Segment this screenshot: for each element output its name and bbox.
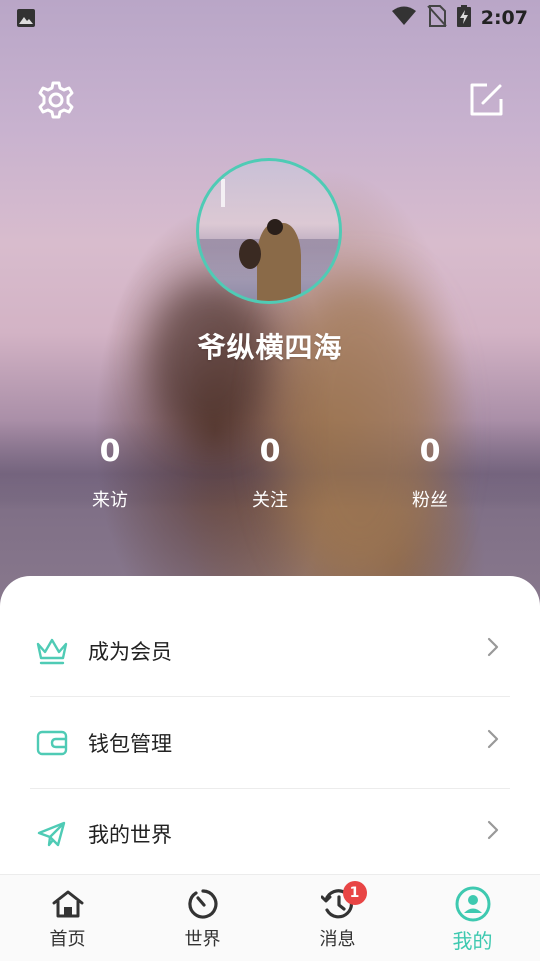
home-icon: [51, 887, 85, 921]
gear-icon: [36, 80, 76, 124]
user-circle-icon: [455, 886, 491, 922]
paper-plane-icon: [30, 812, 74, 856]
nav-item-home[interactable]: 首页: [0, 875, 135, 961]
no-sim-icon: [426, 5, 447, 31]
nav-item-label: 世界: [184, 929, 221, 950]
timer-icon: [187, 887, 219, 921]
status-bar: 2:07: [0, 0, 540, 36]
wallet-icon: [30, 721, 74, 765]
menu-item-wallet[interactable]: 钱包管理: [30, 698, 510, 788]
unread-badge: 1: [342, 881, 367, 905]
crown-icon: [30, 629, 74, 673]
menu-item-label: 钱包管理: [88, 732, 172, 756]
divider: [30, 696, 510, 697]
chevron-right-icon: [486, 728, 500, 754]
edit-icon: [467, 81, 505, 123]
chevron-right-icon: [486, 819, 500, 845]
nav-item-label: 消息: [319, 929, 356, 950]
stat-fans[interactable]: 0 粉丝: [370, 432, 490, 512]
menu-card: 成为会员 钱包管理 我的世界: [0, 576, 540, 876]
profile-cover-background: [0, 0, 540, 640]
stat-fans-label: 粉丝: [412, 490, 448, 511]
menu-item-label: 成为会员: [88, 640, 172, 664]
stat-fans-value: 0: [419, 434, 441, 469]
bottom-navigation: 首页 世界 1 消息 我的: [0, 874, 540, 961]
stat-visits[interactable]: 0 来访: [50, 432, 170, 512]
stat-following-label: 关注: [252, 490, 288, 511]
username: 爷纵横四海: [197, 331, 343, 364]
avatar[interactable]: [196, 158, 342, 304]
nav-item-world[interactable]: 世界: [135, 875, 270, 961]
edit-profile-button[interactable]: [462, 78, 510, 126]
nav-item-label: 首页: [49, 929, 86, 950]
wifi-icon: [391, 6, 417, 30]
image-icon: [16, 8, 36, 32]
clock-time: 2:07: [480, 7, 528, 29]
stat-visits-label: 来访: [92, 490, 128, 511]
chevron-right-icon: [486, 636, 500, 662]
menu-item-label: 我的世界: [88, 823, 172, 847]
nav-item-messages[interactable]: 1 消息: [270, 875, 405, 961]
menu-item-membership[interactable]: 成为会员: [30, 606, 510, 696]
nav-item-me[interactable]: 我的: [405, 875, 540, 961]
settings-button[interactable]: [32, 78, 80, 126]
nav-item-label: 我的: [452, 929, 493, 953]
stat-following[interactable]: 0 关注: [210, 432, 330, 512]
history-icon: 1: [320, 881, 367, 921]
stat-visits-value: 0: [99, 434, 121, 469]
battery-charging-icon: [456, 5, 471, 31]
stat-following-value: 0: [259, 434, 281, 469]
menu-item-my-world[interactable]: 我的世界: [30, 789, 510, 879]
